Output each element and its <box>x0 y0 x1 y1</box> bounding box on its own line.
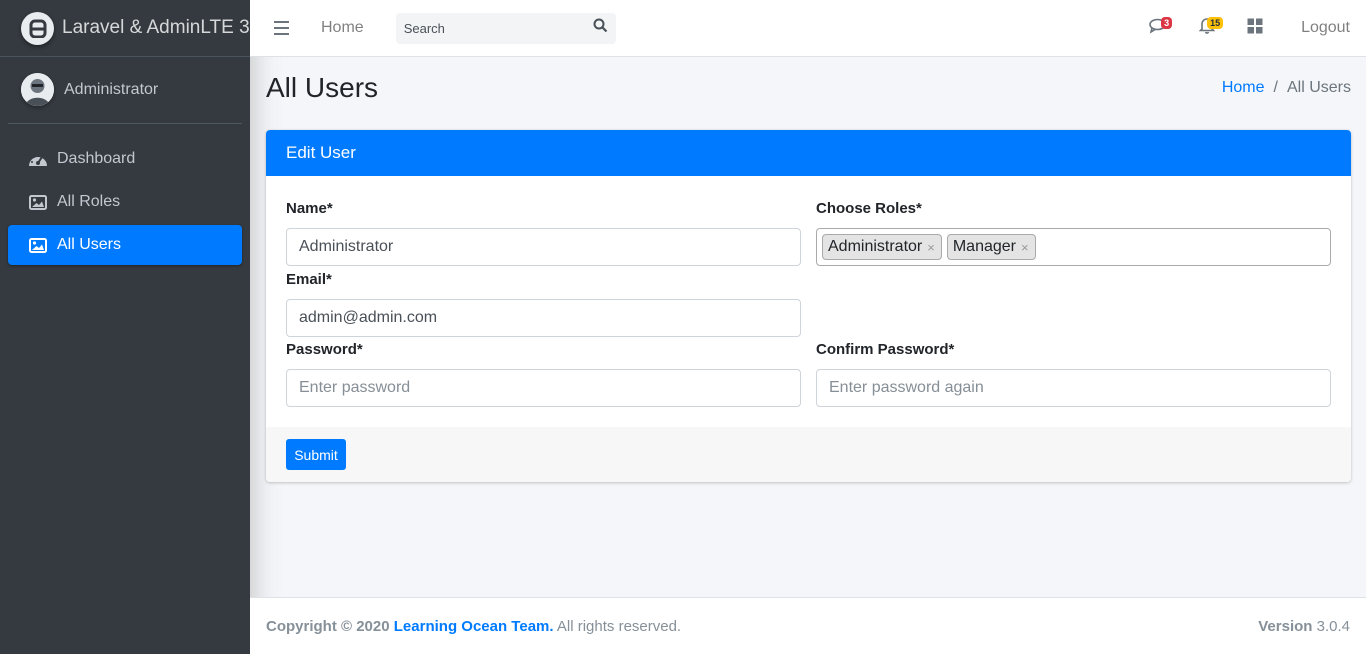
card-body: Name* Choose Roles* Administrator × Mana… <box>266 176 1351 427</box>
card-footer: Submit <box>266 427 1351 482</box>
user-panel[interactable]: Administrator <box>8 57 242 124</box>
logout-link[interactable]: Logout <box>1301 19 1350 37</box>
brand-text: Laravel & AdminLTE 3 <box>62 17 250 38</box>
roles-select[interactable]: Administrator × Manager × <box>816 228 1331 266</box>
role-tag-label: Administrator <box>828 238 923 255</box>
sidebar-item-all-users[interactable]: All Users <box>8 225 242 265</box>
copyright-text: Copyright © 2020 <box>266 617 390 635</box>
rights-text: All rights reserved. <box>556 617 682 635</box>
top-navbar: Home 3 15 Logout <box>250 0 1366 57</box>
email-field[interactable] <box>286 299 801 337</box>
confirm-password-field[interactable] <box>816 369 1331 407</box>
messages-badge: 3 <box>1161 16 1173 29</box>
sidebar-item-dashboard[interactable]: Dashboard <box>8 139 242 179</box>
role-tag-administrator: Administrator × <box>822 234 942 260</box>
breadcrumb: Home / All Users <box>1222 79 1351 97</box>
th-large-icon <box>1247 18 1263 39</box>
password-label: Password* <box>286 341 363 358</box>
password-field[interactable] <box>286 369 801 407</box>
name-label: Name* <box>286 200 333 217</box>
adminlte-logo-icon <box>21 11 54 45</box>
messages-button[interactable]: 3 <box>1135 0 1183 57</box>
edit-user-card: Edit User Name* Choose Roles* Administra… <box>266 130 1351 482</box>
name-field[interactable] <box>286 228 801 266</box>
role-tag-manager: Manager × <box>946 234 1036 260</box>
version-label: Version <box>1258 617 1313 635</box>
navbar-right: 3 15 Logout <box>1135 0 1366 56</box>
tachometer-icon <box>28 150 48 168</box>
team-link[interactable]: Learning Ocean Team. <box>394 618 554 635</box>
menu-toggle-icon[interactable] <box>274 21 289 35</box>
sidebar-item-all-roles[interactable]: All Roles <box>8 182 242 222</box>
sidebar-nav: Dashboard All Roles All Users <box>0 139 250 265</box>
email-label: Email* <box>286 271 332 288</box>
sidebar-item-label: Dashboard <box>57 150 136 167</box>
control-sidebar-button[interactable] <box>1231 0 1279 57</box>
submit-button[interactable]: Submit <box>286 439 346 470</box>
search-icon[interactable] <box>593 18 608 38</box>
nav-home-link[interactable]: Home <box>321 19 364 37</box>
avatar <box>21 73 54 106</box>
brand-link[interactable]: Laravel & AdminLTE 3 <box>0 0 250 57</box>
sidebar-item-label: All Users <box>57 236 122 253</box>
breadcrumb-home-link[interactable]: Home <box>1222 79 1265 97</box>
sidebar-item-label: All Roles <box>57 193 121 210</box>
card-title: Edit User <box>286 143 356 162</box>
role-tag-label: Manager <box>952 238 1016 255</box>
main-footer: Copyright © 2020 Learning Ocean Team. Al… <box>250 597 1366 654</box>
roles-label: Choose Roles* <box>816 200 922 217</box>
breadcrumb-separator: / <box>1273 79 1278 96</box>
search-box <box>395 12 616 44</box>
confirm-password-label: Confirm Password* <box>816 341 955 358</box>
user-name[interactable]: Administrator <box>64 81 158 99</box>
image-icon <box>28 236 48 254</box>
version-info: Version 3.0.4 <box>1258 618 1350 635</box>
content-header: All Users Home / All Users <box>266 72 1351 104</box>
search-input[interactable] <box>403 20 574 36</box>
image-icon <box>28 193 48 211</box>
version-number: 3.0.4 <box>1316 617 1350 635</box>
card-header: Edit User <box>266 130 1351 176</box>
main-sidebar: Laravel & AdminLTE 3 Administrator Dashb… <box>0 0 250 654</box>
remove-tag-icon[interactable]: × <box>927 240 935 255</box>
notifications-button[interactable]: 15 <box>1183 0 1231 57</box>
page-title: All Users <box>266 72 379 103</box>
notifications-badge: 15 <box>1207 16 1224 29</box>
breadcrumb-current: All Users <box>1286 79 1351 96</box>
remove-tag-icon[interactable]: × <box>1021 240 1029 255</box>
copyright: Copyright © 2020 Learning Ocean Team. Al… <box>266 618 681 635</box>
